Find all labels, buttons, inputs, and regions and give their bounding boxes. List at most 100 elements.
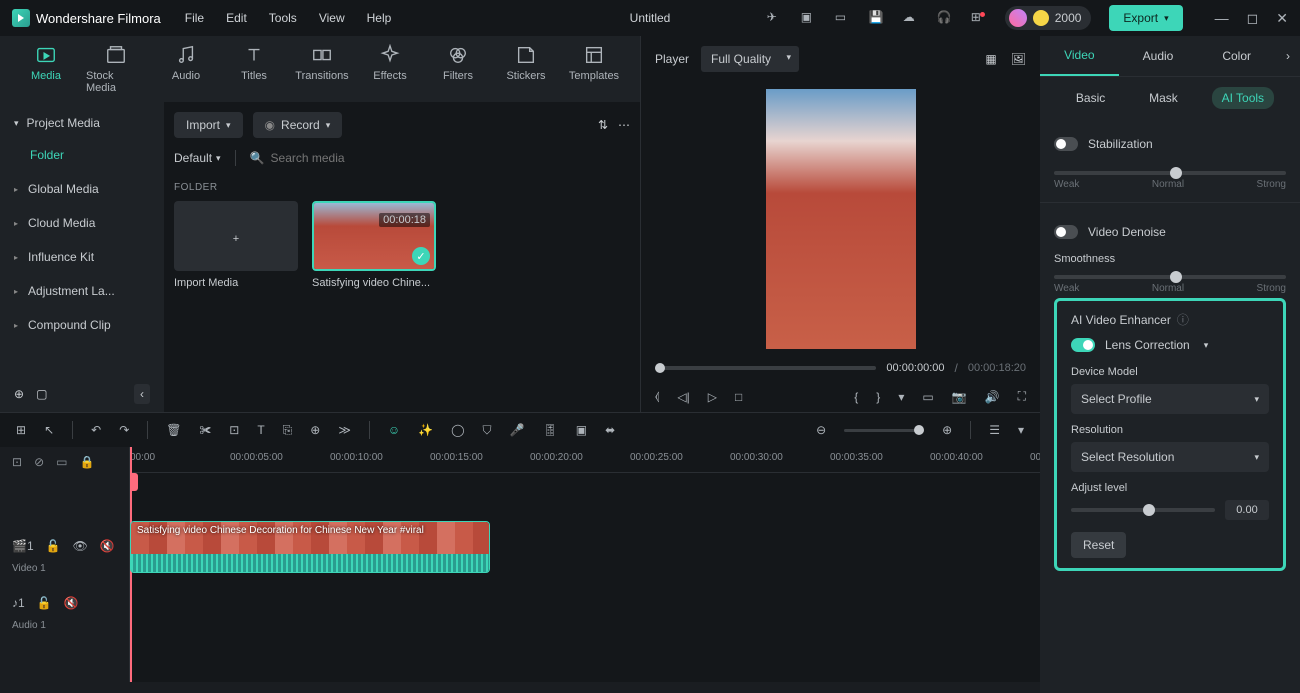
tl-grid-icon[interactable]: ⊞ <box>16 423 26 437</box>
coin-balance[interactable]: 2000 <box>1005 6 1092 30</box>
tab-templates[interactable]: Templates <box>566 44 622 94</box>
reset-button[interactable]: Reset <box>1071 532 1126 558</box>
group-icon[interactable]: ▣ <box>576 423 587 437</box>
sidebar-influence[interactable]: Influence Kit <box>0 240 164 274</box>
sidebar-cloud[interactable]: Cloud Media <box>0 206 164 240</box>
adjust-value[interactable]: 0.00 <box>1225 500 1269 520</box>
timeline-ruler[interactable]: 00:0000:00:05:0000:00:10:0000:00:15:0000… <box>130 447 1040 473</box>
zoom-slider[interactable] <box>844 429 924 432</box>
smoothness-slider[interactable] <box>1054 275 1286 279</box>
minimize-button[interactable]: — <box>1215 10 1229 27</box>
sidebar-global[interactable]: Global Media <box>0 172 164 206</box>
mark-in-icon[interactable]: { <box>854 390 858 404</box>
lock-icon[interactable]: 🔒 <box>79 455 94 469</box>
timeline-clip[interactable]: Satisfying video Chinese Decoration for … <box>130 521 490 573</box>
zoom-out-icon[interactable]: ⊖ <box>816 423 826 437</box>
track-lock-icon[interactable]: 🔓 <box>46 539 61 553</box>
th-icon-1[interactable]: ⊡ <box>12 455 22 469</box>
preview-area[interactable] <box>641 82 1040 355</box>
apps-icon[interactable]: ⊞ <box>971 10 987 26</box>
tl-cursor-icon[interactable]: ↖ <box>44 423 54 437</box>
import-button[interactable]: Import▾ <box>174 112 243 138</box>
tab-filters[interactable]: Filters <box>430 44 486 94</box>
audio-track-icon[interactable]: ♪1 <box>12 596 25 610</box>
more-tl-icon[interactable]: ≫ <box>338 423 351 437</box>
tab-titles[interactable]: Titles <box>226 44 282 94</box>
snapshot-icon[interactable]: 📷 <box>952 390 967 404</box>
menu-file[interactable]: File <box>185 11 204 25</box>
save-icon[interactable]: 💾 <box>869 10 885 26</box>
prev-icon[interactable]: ⦉ <box>655 389 659 404</box>
step-back-icon[interactable]: ◁| <box>677 390 689 404</box>
track-mute-icon[interactable]: 🔇 <box>100 539 115 553</box>
display-icon[interactable]: ▭ <box>922 390 933 404</box>
stabilization-toggle[interactable] <box>1054 137 1078 151</box>
range-icon[interactable]: ⬌ <box>605 423 615 437</box>
collapse-icon[interactable]: ‹ <box>134 384 150 404</box>
tab-media[interactable]: Media <box>18 44 74 94</box>
screen-icon[interactable]: ▭ <box>835 10 851 26</box>
crop-icon[interactable]: ⊡ <box>229 423 239 437</box>
undo-icon[interactable]: ↶ <box>91 423 101 437</box>
sort-dropdown[interactable]: Default▾ <box>174 151 221 165</box>
zoom-in-icon[interactable]: ⊕ <box>942 423 952 437</box>
ai-icon[interactable]: ☺ <box>388 423 400 437</box>
play-icon[interactable]: ▷ <box>708 390 717 404</box>
audio-lock-icon[interactable]: 🔓 <box>37 596 52 610</box>
import-media-card[interactable]: + Import Media <box>174 201 298 289</box>
more-icon[interactable]: ⋯ <box>618 118 630 132</box>
sidebar-compound[interactable]: Compound Clip <box>0 308 164 342</box>
volume-icon[interactable]: 🔊 <box>985 390 1000 404</box>
sidebar-adjustment[interactable]: Adjustment La... <box>0 274 164 308</box>
track-area[interactable]: 00:0000:00:05:0000:00:10:0000:00:15:0000… <box>130 447 1040 682</box>
new-folder-icon[interactable]: ⊕ <box>14 387 24 401</box>
cut-icon[interactable]: ✀ <box>199 423 211 438</box>
subtab-aitools[interactable]: AI Tools <box>1212 87 1274 109</box>
progress-bar[interactable] <box>655 366 876 370</box>
tab-stickers[interactable]: Stickers <box>498 44 554 94</box>
search-input[interactable] <box>271 151 630 165</box>
tab-stock[interactable]: Stock Media <box>86 44 146 94</box>
mark-out-icon[interactable]: } <box>876 390 880 404</box>
sidebar-folder[interactable]: Folder <box>0 138 164 172</box>
sidebar-project-media[interactable]: Project Media <box>0 108 164 138</box>
th-icon-2[interactable]: ⊘ <box>34 455 44 469</box>
stop-icon[interactable]: □ <box>735 390 742 404</box>
rp-tab-audio[interactable]: Audio <box>1119 37 1198 75</box>
mic-icon[interactable]: 🎤 <box>510 423 525 437</box>
tab-audio[interactable]: Audio <box>158 44 214 94</box>
maximize-button[interactable]: ◻ <box>1247 10 1259 27</box>
list-icon[interactable]: ☰ <box>989 423 1000 437</box>
device-select[interactable]: Select Profile▾ <box>1071 384 1269 414</box>
copy-icon[interactable]: ⎘ <box>283 423 293 438</box>
quality-dropdown[interactable]: Full Quality <box>701 46 799 72</box>
settings-icon[interactable]: ▾ <box>1018 423 1024 437</box>
circle-icon[interactable]: ◯ <box>451 423 464 437</box>
subtab-mask[interactable]: Mask <box>1139 87 1188 109</box>
picture-icon[interactable]: 🖼 <box>1011 52 1026 66</box>
cloud-icon[interactable]: ☁ <box>903 10 919 26</box>
export-button[interactable]: Export▾ <box>1109 5 1182 31</box>
ai2-icon[interactable]: ✨ <box>418 423 433 437</box>
headphone-icon[interactable]: 🎧 <box>937 10 953 26</box>
resolution-select[interactable]: Select Resolution▾ <box>1071 442 1269 472</box>
menu-view[interactable]: View <box>319 11 345 25</box>
folder-icon[interactable]: ▢ <box>36 387 47 401</box>
stabilization-slider[interactable] <box>1054 171 1286 175</box>
tab-transitions[interactable]: Transitions <box>294 44 350 94</box>
help-icon[interactable]: ⓘ <box>1177 311 1189 328</box>
delete-icon[interactable]: 🗑 <box>166 423 181 437</box>
subtab-basic[interactable]: Basic <box>1066 87 1115 109</box>
tab-effects[interactable]: Effects <box>362 44 418 94</box>
send-icon[interactable]: ✈ <box>767 10 783 26</box>
device-icon[interactable]: ▣ <box>801 10 817 26</box>
filter-icon[interactable]: ⇅ <box>598 118 608 132</box>
menu-help[interactable]: Help <box>367 11 392 25</box>
record-button[interactable]: ◉Record▾ <box>253 112 343 138</box>
denoise-toggle[interactable] <box>1054 225 1078 239</box>
mixer-icon[interactable]: 🎚 <box>543 423 558 437</box>
fullscreen-icon[interactable]: ⛶ <box>1018 389 1026 404</box>
rp-tab-video[interactable]: Video <box>1040 36 1119 76</box>
track-eye-icon[interactable]: 👁 <box>73 539 88 553</box>
media-clip-card[interactable]: 00:00:18✓ Satisfying video Chine... <box>312 201 436 289</box>
